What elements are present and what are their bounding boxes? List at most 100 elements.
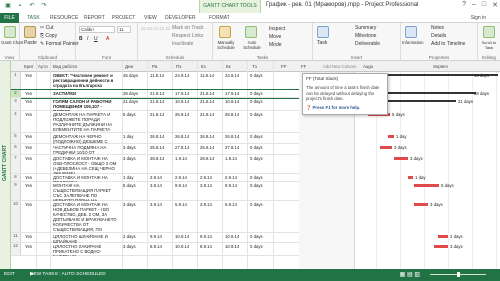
duration-cell[interactable]: 21 days <box>123 99 138 104</box>
column-header[interactable]: Вид работа <box>53 61 77 72</box>
task-name-cell[interactable]: ЦЯЛОСТНО ЛАКИРАНЕ ПРИКАТЕНО С ВОДНО-БАЗИ… <box>53 244 117 256</box>
tab-developer[interactable]: DEVELOPER <box>165 13 196 23</box>
table-row[interactable]: 4 Yes ДЕМОНТАЖ НА ПАРКЕТА И ПОДЛОЖЕТЕ ПОРА… <box>11 111 299 133</box>
row-number[interactable]: 5 <box>11 133 21 143</box>
start-cell[interactable]: 3.9.14 <box>150 202 162 207</box>
finish-cell[interactable]: 2.9.14 <box>175 175 187 180</box>
start-cell[interactable]: 21.8.14 <box>150 99 164 104</box>
total-slack-cell[interactable]: 0 days <box>250 134 263 139</box>
cut-button[interactable]: ✂ Cut <box>40 25 53 31</box>
help-button[interactable]: ? <box>462 1 466 9</box>
inactivate-button[interactable]: Inactivate <box>172 41 193 47</box>
task-bar[interactable] <box>408 176 413 179</box>
zoom-slider-thumb[interactable] <box>457 272 460 277</box>
finish-cell[interactable]: 9.9.14 <box>175 183 187 188</box>
task-name-cell[interactable]: ДЕМОНТАЖ НА ПАРКЕТА И ПОДЛОЖЕТЕ ПОРАДИ Р… <box>53 112 117 133</box>
underline-button[interactable]: U <box>94 36 98 42</box>
start-cell[interactable]: 28.8.14 <box>150 156 164 161</box>
task-name-cell[interactable]: ДОСТАВКА И МОНТАЖ НА НОВ ДЪБОВ ПАРКЕТ - … <box>53 202 117 233</box>
finish-cell[interactable]: 10.9.14 <box>175 99 189 104</box>
task-name-cell[interactable]: МОНТАЖ НА СЪЩЕСТВУВАЩИЯ ПАРКЕТ СЪС ЗАЛЕП… <box>53 183 117 201</box>
column-header[interactable]: Ра <box>152 61 157 72</box>
start-cell[interactable]: 21.8.14 <box>150 91 164 96</box>
tab-view[interactable]: VIEW <box>144 13 157 23</box>
late-start-cell[interactable]: 26.8.14 <box>200 134 214 139</box>
late-finish-cell[interactable]: 5.9.14 <box>225 202 237 207</box>
critical-cell[interactable]: Yes <box>25 73 32 78</box>
row-number[interactable]: 4 <box>11 111 21 132</box>
table-row[interactable]: 10 Yes ДОСТАВКА И МОНТАЖ НА НОВ ДЪБОВ ПАРК… <box>11 201 299 233</box>
column-header[interactable]: Пз <box>176 61 181 72</box>
late-start-cell[interactable]: 8.9.14 <box>200 244 212 249</box>
auto-schedule-icon[interactable] <box>245 26 257 38</box>
milestone-button[interactable]: Milestone <box>355 33 376 39</box>
start-cell[interactable]: 11.8.14 <box>150 73 164 78</box>
table-row[interactable]: 5 Yes ДЕМОНТАЖ НА ЧЕРНО (ПОДЛОЖНО) ДЮШЕМЕ … <box>11 133 299 144</box>
task-bar[interactable] <box>414 184 439 187</box>
table-row[interactable]: 7 Yes ДОСТАВКА И МОНТАЖ НА OSB-ПЛОСКОСТ - … <box>11 155 299 174</box>
column-header[interactable]: FF <box>301 61 306 72</box>
notes-button[interactable]: Notes <box>431 25 444 31</box>
late-start-cell[interactable]: 21.8.14 <box>200 99 214 104</box>
move-button[interactable]: Move <box>269 34 281 40</box>
column-header[interactable]: Ауто <box>38 61 48 72</box>
task-bar[interactable] <box>414 203 428 206</box>
critical-cell[interactable]: Yes <box>25 91 32 96</box>
row-number[interactable]: 12 <box>11 243 21 255</box>
row-number[interactable]: 11 <box>11 233 21 242</box>
task-name-cell[interactable]: ЗАСТИЛКИ <box>53 91 117 98</box>
late-finish-cell[interactable]: 10.9.14 <box>225 99 239 104</box>
font-family-select[interactable]: Calibri <box>79 26 115 33</box>
task-icon[interactable] <box>317 26 329 38</box>
format-painter-button[interactable]: ✎ Format Painter <box>40 41 79 47</box>
row-number[interactable]: 7 <box>11 155 21 173</box>
finish-cell[interactable]: 10.9.14 <box>175 234 189 239</box>
late-start-cell[interactable]: 9.9.14 <box>200 234 212 239</box>
late-start-cell[interactable]: 21.8.14 <box>200 112 214 117</box>
font-color-icon[interactable]: A <box>106 36 109 42</box>
task-button[interactable]: Task <box>317 40 327 46</box>
start-cell[interactable]: 2.9.14 <box>150 175 162 180</box>
late-start-cell[interactable]: 3.9.14 <box>200 183 212 188</box>
finish-cell[interactable]: 24.9.14 <box>175 73 189 78</box>
task-bar[interactable] <box>388 135 394 138</box>
total-slack-cell[interactable]: 0 days <box>250 244 263 249</box>
mark-on-track-button[interactable]: Mark on Track <box>172 25 204 31</box>
task-name-cell[interactable]: ГОЛЯМ САЛОН И РАБОТНИ ПОМЕЩЕНИЯ 105,107 … <box>53 99 117 111</box>
duration-cell[interactable]: 3 days <box>123 145 136 150</box>
total-slack-cell[interactable]: 0 days <box>250 202 263 207</box>
total-slack-cell[interactable]: 0 days <box>250 175 263 180</box>
late-finish-cell[interactable]: 10.9.14 <box>225 244 239 249</box>
tab-task[interactable]: TASK <box>27 13 40 23</box>
critical-cell[interactable]: Yes <box>25 183 32 188</box>
details-button[interactable]: Details <box>431 33 446 39</box>
view-bar[interactable]: GANTT CHART <box>0 61 11 269</box>
critical-cell[interactable]: Yes <box>25 99 32 104</box>
total-slack-cell[interactable]: 0 days <box>250 99 263 104</box>
total-slack-cell[interactable]: 0 days <box>250 156 263 161</box>
late-finish-cell[interactable]: 26.8.14 <box>225 134 239 139</box>
task-name-cell[interactable]: ДОСТАВКА И МОНТАЖ НА ПОДЛОЖКА <box>53 175 117 182</box>
tab-resource[interactable]: RESOURCE <box>50 13 78 23</box>
row-number[interactable]: 8 <box>11 174 21 181</box>
scroll-to-task-icon[interactable] <box>483 26 495 38</box>
maximize-button[interactable]: □ <box>482 1 486 9</box>
start-cell[interactable]: 21.8.14 <box>150 112 164 117</box>
duration-cell[interactable]: 3 days <box>123 244 136 249</box>
finish-cell[interactable]: 25.8.14 <box>175 112 189 117</box>
row-number[interactable]: 6 <box>11 144 21 154</box>
start-cell[interactable]: 3.9.14 <box>150 183 162 188</box>
finish-cell[interactable]: 17.9.14 <box>175 91 189 96</box>
critical-cell[interactable]: Yes <box>25 175 32 180</box>
duration-cell[interactable]: 28 days <box>123 91 138 96</box>
duration-cell[interactable]: 1 day <box>123 175 134 180</box>
critical-cell[interactable]: Yes <box>25 112 32 117</box>
tab-format[interactable]: FORMAT <box>209 13 230 23</box>
late-finish-cell[interactable]: 25.8.14 <box>225 112 239 117</box>
gantt-chart-icon[interactable] <box>4 26 16 38</box>
duration-cell[interactable]: 2 days <box>123 234 136 239</box>
tab-report[interactable]: REPORT <box>84 13 105 23</box>
respect-links-button[interactable]: Respect Links <box>172 33 203 39</box>
finish-cell[interactable]: 1.9.14 <box>175 156 187 161</box>
late-finish-cell[interactable]: 10.9.14 <box>225 234 239 239</box>
